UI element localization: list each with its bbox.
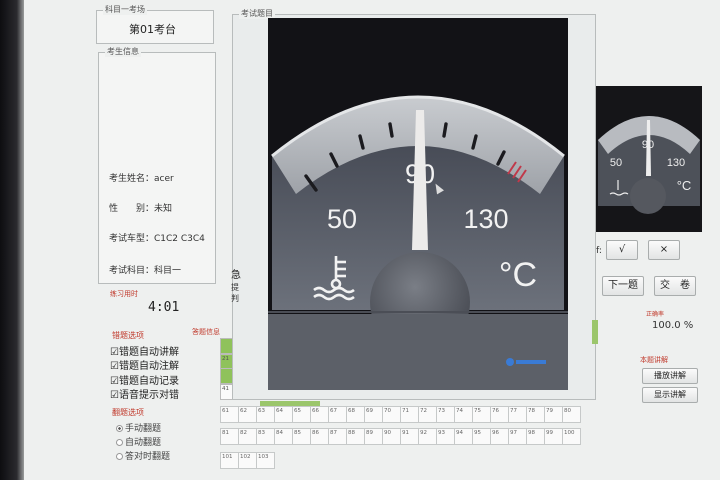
question-text-fragment: 急: [231, 270, 241, 281]
question-cell[interactable]: 84: [274, 428, 293, 445]
question-cell[interactable]: 97: [508, 428, 527, 445]
question-cell[interactable]: 63: [256, 406, 275, 423]
station-group: 科目一考场 第01考台: [96, 4, 214, 44]
question-text-fragment: 判: [231, 294, 239, 303]
question-grid-row-2: 81 82 83 84 85 86 87 88 89 90 91 92 93 9…: [220, 428, 581, 445]
question-cell[interactable]: 83: [256, 428, 275, 445]
question-cell[interactable]: 71: [400, 406, 419, 423]
question-cell[interactable]: 81: [220, 428, 239, 445]
show-explanation-button[interactable]: 显示讲解: [642, 387, 698, 403]
question-image: 50 90 130 °C: [268, 18, 568, 390]
question-cell[interactable]: 94: [454, 428, 473, 445]
gauge-label-high: 130: [463, 204, 508, 234]
options-title: 错题选项: [112, 331, 144, 340]
station-label: 第01考台: [129, 23, 176, 36]
question-cell[interactable]: 100: [562, 428, 581, 445]
question-cell[interactable]: 76: [490, 406, 509, 423]
candidate-info-group: 考生信息 考生姓名：acer 性 别：未知 考试车型：C1C2 C3C4 考试科…: [98, 46, 216, 284]
accuracy-value: 100.0 %: [652, 320, 694, 331]
radio-manual-turn[interactable]: 手动翻题: [116, 421, 161, 434]
question-cell[interactable]: 87: [328, 428, 347, 445]
candidate-subject: 考试科目：科目一: [109, 266, 182, 276]
question-cell[interactable]: 99: [544, 428, 563, 445]
question-text-fragment: 提: [231, 283, 239, 292]
question-cell[interactable]: 102: [238, 452, 257, 469]
question-cell[interactable]: 62: [238, 406, 257, 423]
explanation-title: 本题讲解: [640, 356, 668, 364]
candidate-vehicle: 考试车型：C1C2 C3C4: [109, 234, 205, 244]
candidate-info-title: 考生信息: [105, 46, 141, 57]
accuracy-label: 正确率: [646, 311, 665, 318]
answer-cross-button[interactable]: ×: [648, 240, 680, 260]
radio-dot-icon: [116, 439, 123, 446]
option-auto-explain[interactable]: ☑错题自动讲解: [110, 343, 179, 358]
question-cell[interactable]: 89: [364, 428, 383, 445]
question-cell[interactable]: 70: [382, 406, 401, 423]
gauge-label-low: 50: [327, 204, 357, 234]
option-voice-feedback[interactable]: ☑语音提示对错: [110, 386, 179, 401]
question-cell[interactable]: 73: [436, 406, 455, 423]
answer-info-title: 答题信息: [192, 328, 220, 336]
option-auto-annotate[interactable]: ☑错题自动注解: [110, 357, 179, 372]
question-cell[interactable]: 101: [220, 452, 239, 469]
question-cell[interactable]: 92: [418, 428, 437, 445]
monitor-bezel: [0, 0, 24, 480]
radio-dot-icon: [116, 453, 123, 460]
candidate-name: 考生姓名：acer: [109, 174, 174, 184]
page-turn-title: 翻题选项: [112, 408, 144, 417]
question-grid-row-3: 101 102 103: [220, 452, 275, 469]
question-cell[interactable]: 72: [418, 406, 437, 423]
thumbnail-label-high: 130: [667, 157, 685, 169]
timer-label: 练习用时: [110, 290, 138, 298]
question-cell[interactable]: 65: [292, 406, 311, 423]
radio-turn-on-correct[interactable]: 答对时翻题: [116, 449, 170, 462]
gauge-unit: °C: [499, 256, 537, 294]
thumbnail-label-low: 50: [610, 157, 622, 169]
question-cell[interactable]: 96: [490, 428, 509, 445]
question-cell[interactable]: 91: [400, 428, 419, 445]
question-cell[interactable]: 74: [454, 406, 473, 423]
question-cell[interactable]: 98: [526, 428, 545, 445]
question-cell[interactable]: 68: [346, 406, 365, 423]
question-cell[interactable]: 64: [274, 406, 293, 423]
answer-check-button[interactable]: √: [606, 240, 638, 260]
radio-dot-icon: [116, 425, 123, 432]
thumbnail-gauge: 50 90 130 °C: [598, 116, 700, 214]
exam-app-window: 科目一考场 第01考台 考生信息 考生姓名：acer 性 别：未知 考试车型：C…: [0, 0, 720, 480]
coolant-temperature-gauge: 50 90 130 °C: [268, 18, 568, 390]
question-cell[interactable]: 85: [292, 428, 311, 445]
question-cell[interactable]: 75: [472, 406, 491, 423]
question-cell[interactable]: 66: [310, 406, 329, 423]
radio-auto-turn[interactable]: 自动翻题: [116, 435, 161, 448]
question-cell[interactable]: 103: [256, 452, 275, 469]
answer-prefix: f:: [596, 246, 602, 256]
question-cell[interactable]: 69: [364, 406, 383, 423]
submit-exam-button[interactable]: 交 卷: [654, 276, 696, 296]
candidate-gender: 性 别：未知: [109, 204, 173, 214]
question-cell[interactable]: 88: [346, 428, 365, 445]
question-cell[interactable]: 93: [436, 428, 455, 445]
question-panel-scrollbar[interactable]: [592, 320, 598, 344]
next-question-button[interactable]: 下一题: [602, 276, 644, 296]
station-group-title: 科目一考场: [103, 4, 147, 15]
question-cell[interactable]: 67: [328, 406, 347, 423]
question-grid-row-1: 61 62 63 64 65 66 67 68 69 70 71 72 73 7…: [220, 406, 581, 423]
question-cell[interactable]: 61: [220, 406, 239, 423]
play-explanation-button[interactable]: 播放讲解: [642, 368, 698, 384]
option-auto-record[interactable]: ☑错题自动记录: [110, 372, 179, 387]
timer-value: 4:01: [148, 300, 180, 315]
question-cell[interactable]: 82: [238, 428, 257, 445]
thumbnail-unit: °C: [677, 178, 692, 193]
question-cell[interactable]: 95: [472, 428, 491, 445]
question-cell[interactable]: 86: [310, 428, 329, 445]
question-cell[interactable]: 90: [382, 428, 401, 445]
question-cell[interactable]: 80: [562, 406, 581, 423]
question-cell[interactable]: 78: [526, 406, 545, 423]
question-cell[interactable]: 77: [508, 406, 527, 423]
question-cell[interactable]: 79: [544, 406, 563, 423]
thumbnail-image: 50 90 130 °C: [596, 86, 702, 232]
